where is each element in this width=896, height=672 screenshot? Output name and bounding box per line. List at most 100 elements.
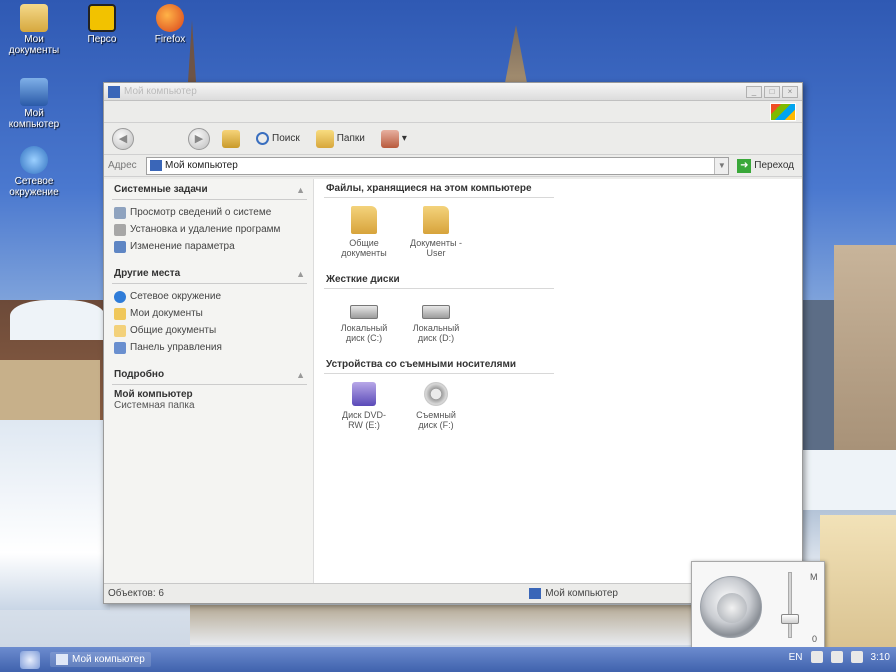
network-tray-icon[interactable] [850, 651, 863, 663]
volume-min-label: 0 [812, 634, 818, 644]
tray-app-icon[interactable] [810, 651, 823, 663]
system-tasks-section: Системные задачи ▲ Просмотр сведений о с… [112, 181, 307, 255]
collapse-icon[interactable]: ▲ [296, 269, 305, 279]
up-folder-button[interactable] [218, 128, 244, 150]
hard-drive-icon [350, 305, 378, 319]
other-places-section: Другие места ▲ Сетевое окружение Мои док… [112, 265, 307, 356]
search-button[interactable]: Поиск [252, 130, 304, 147]
toolbar: ◀ ▶ Поиск Папки ▾ [104, 123, 802, 155]
system-tasks-header[interactable]: Системные задачи ▲ [112, 181, 307, 200]
task-view-system-info[interactable]: Просмотр сведений о системе [112, 204, 307, 221]
address-value: Мой компьютер [165, 160, 238, 171]
network-icon [20, 146, 48, 174]
collapse-icon[interactable]: ▲ [296, 370, 305, 380]
control-panel-icon [114, 240, 126, 253]
up-folder-icon [222, 129, 240, 148]
background-spire [505, 25, 527, 83]
system-tasks-title: Системные задачи [114, 184, 208, 195]
close-button[interactable]: × [782, 86, 798, 98]
my-computer-icon [56, 654, 68, 665]
folder-user-documents[interactable]: Документы - User [410, 206, 462, 258]
back-button[interactable]: ◀ [112, 127, 134, 150]
place-my-documents[interactable]: Мои документы [112, 305, 307, 322]
details-header[interactable]: Подробно ▲ [112, 366, 307, 385]
desktop-icon-label: Мой компьютер [8, 108, 60, 130]
volume-max-label: M [810, 572, 818, 582]
place-shared-documents[interactable]: Общие документы [112, 322, 307, 339]
folder-shared-documents[interactable]: Общие документы [338, 206, 390, 258]
folders-label: Папки [336, 133, 365, 144]
start-button[interactable] [20, 650, 40, 669]
desktop-icon-my-computer[interactable]: Мой компьютер [4, 78, 64, 130]
details-title: Подробно [114, 369, 165, 380]
address-dropdown-button[interactable]: ▼ [714, 157, 729, 174]
my-computer-icon [529, 588, 542, 599]
drive-e-dvd[interactable]: Диск DVD-RW (E:) [338, 382, 390, 430]
status-object-count: Объектов: 6 [108, 588, 164, 599]
address-bar: Адрес Мой компьютер ▼ ➜ Переход [104, 155, 802, 177]
drive-d[interactable]: Локальный диск (D:) [410, 297, 462, 343]
views-icon [380, 129, 399, 148]
go-label: Переход [754, 160, 794, 171]
maximize-button[interactable]: □ [764, 86, 780, 98]
place-control-panel[interactable]: Панель управления [112, 339, 307, 356]
folders-button[interactable]: Папки [312, 128, 369, 150]
item-label: Локальный диск (D:) [412, 323, 460, 343]
drive-f-removable[interactable]: Съемный диск (F:) [410, 382, 462, 430]
menu-bar [104, 101, 802, 123]
volume-tray-icon[interactable] [830, 651, 843, 663]
task-label: Изменение параметра [130, 241, 235, 252]
taskbar-item-my-computer[interactable]: Мой компьютер [50, 652, 151, 667]
other-places-header[interactable]: Другие места ▲ [112, 265, 307, 284]
desktop-icon-firefox[interactable]: Firefox [140, 4, 200, 45]
window-controls: _ □ × [746, 86, 798, 98]
desktop-icon-my-documents[interactable]: Мои документы [4, 4, 64, 56]
volume-slider-thumb[interactable] [781, 614, 799, 624]
system-tray: EN 3:10 [789, 651, 890, 663]
desktop-icon-batman[interactable]: Персо [72, 4, 132, 45]
system-info-icon [114, 206, 126, 219]
place-network[interactable]: Сетевое окружение [112, 288, 307, 305]
collapse-icon[interactable]: ▲ [296, 185, 305, 195]
details-type: Системная папка [114, 400, 195, 411]
volume-slider-track[interactable] [788, 572, 792, 638]
group-title: Устройства со съемными носителями [324, 357, 554, 374]
forward-button[interactable]: ▶ [188, 127, 210, 150]
group-title: Файлы, хранящиеся на этом компьютере [324, 181, 554, 198]
place-label: Панель управления [130, 342, 222, 353]
task-change-setting[interactable]: Изменение параметра [112, 238, 307, 255]
address-field[interactable]: Мой компьютер ▼ [146, 156, 730, 175]
go-button[interactable]: ➜ Переход [733, 158, 798, 173]
clock[interactable]: 3:10 [871, 652, 890, 663]
minimize-button[interactable]: _ [746, 86, 762, 98]
task-label: Просмотр сведений о системе [130, 207, 272, 218]
my-computer-icon [150, 160, 162, 171]
task-add-remove-programs[interactable]: Установка и удаление программ [112, 221, 307, 238]
taskbar: Мой компьютер EN 3:10 [0, 647, 896, 672]
item-label: Съемный диск (F:) [416, 410, 456, 430]
details-section: Подробно ▲ Мой компьютер Системная папка [112, 366, 307, 411]
file-view: Файлы, хранящиеся на этом компьютере Общ… [314, 179, 802, 583]
language-indicator[interactable]: EN [789, 652, 803, 663]
task-label: Установка и удаление программ [130, 224, 281, 235]
speaker-icon [700, 576, 762, 638]
explorer-window: Мой компьютер _ □ × ◀ ▶ Поиск Папки ▾ Ад… [103, 82, 803, 604]
desktop-icon-label: Сетевое окружение [9, 176, 59, 198]
background-roof [10, 300, 105, 340]
batman-icon [88, 4, 116, 32]
files-group: Файлы, хранящиеся на этом компьютере Общ… [324, 181, 792, 258]
speaker-cone [717, 593, 747, 623]
views-button[interactable]: ▾ [377, 128, 411, 150]
group-title: Жесткие диски [324, 272, 554, 289]
removable-group: Устройства со съемными носителями Диск D… [324, 357, 792, 430]
documents-folder-icon [114, 307, 126, 320]
other-places-title: Другие места [114, 268, 181, 279]
desktop-icon-label: Персо [87, 34, 117, 45]
desktop-icon-network[interactable]: Сетевое окружение [4, 146, 64, 198]
network-icon [114, 290, 126, 303]
item-label: Диск DVD-RW (E:) [341, 410, 387, 430]
window-titlebar[interactable]: Мой компьютер _ □ × [104, 83, 802, 101]
drive-c[interactable]: Локальный диск (C:) [338, 297, 390, 343]
chevron-down-icon: ▾ [401, 133, 407, 144]
volume-popup: M 0 [691, 561, 825, 649]
